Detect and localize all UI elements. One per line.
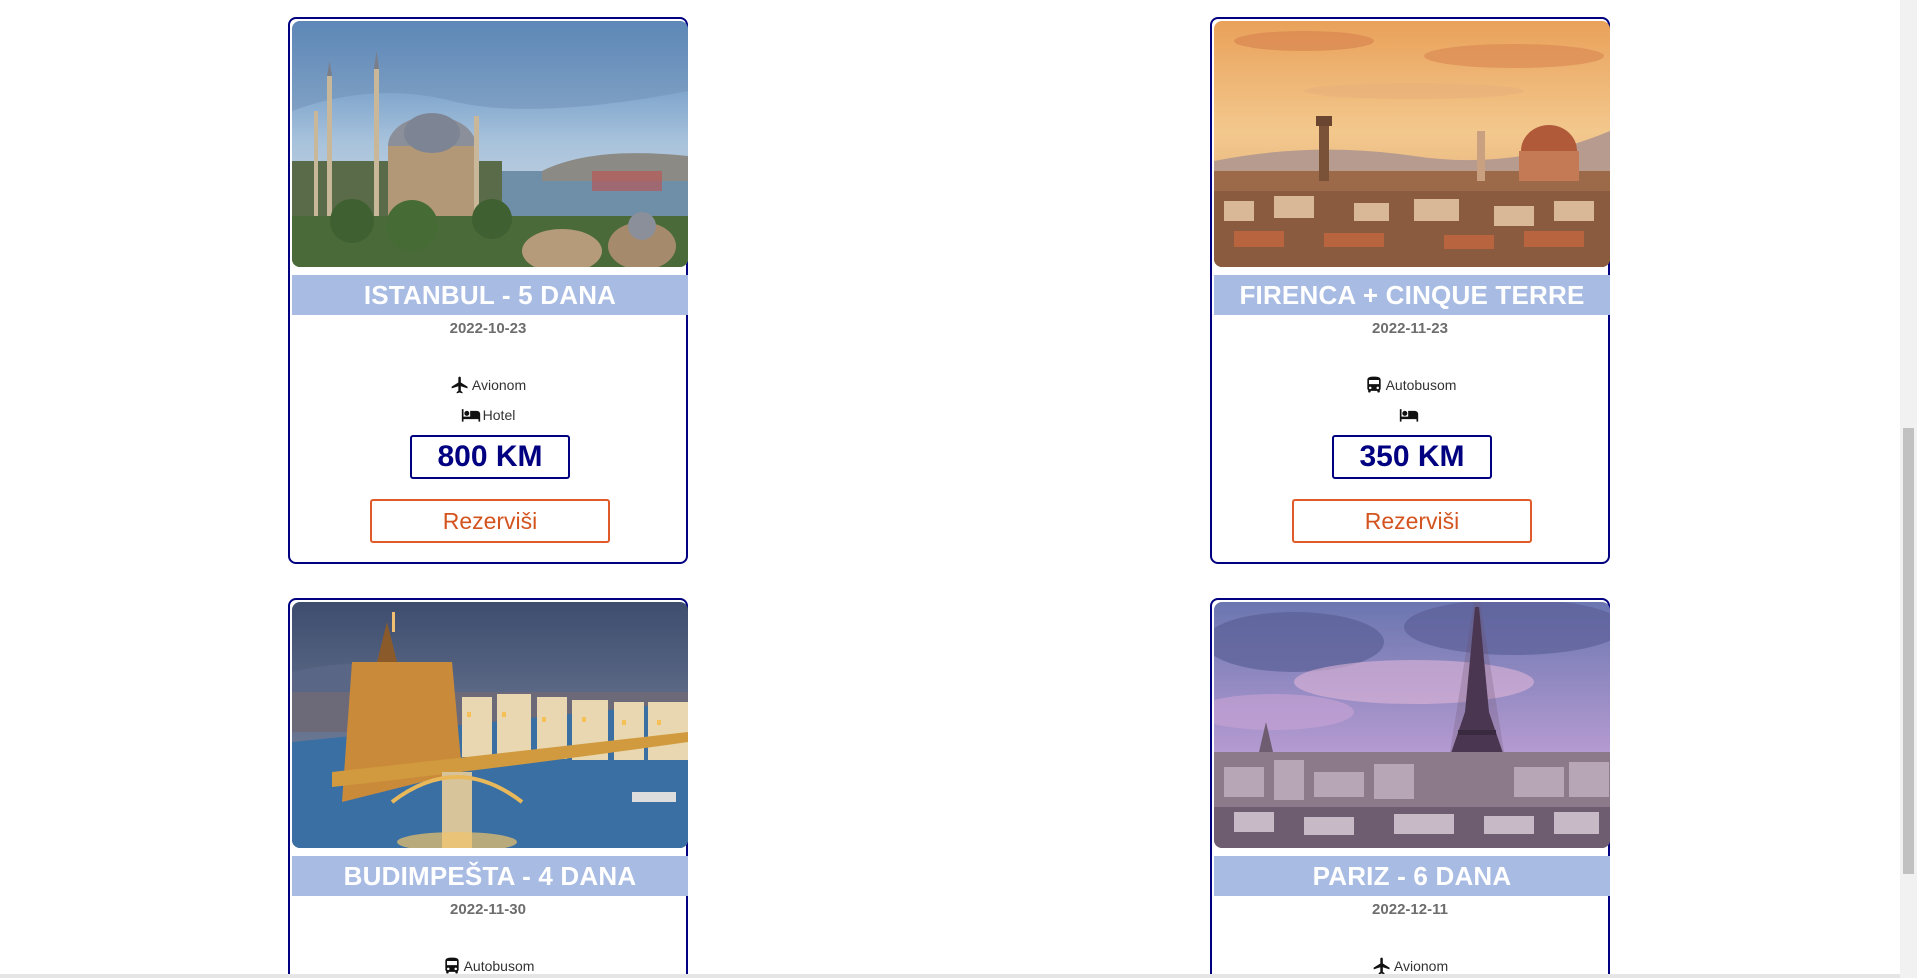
tour-title: BUDIMPEŠTA - 4 DANA <box>292 856 688 896</box>
bus-icon <box>442 956 462 976</box>
scrollbar-thumb[interactable] <box>1903 428 1914 874</box>
tour-date: 2022-11-30 <box>450 901 526 918</box>
tour-transport: Autobusom <box>1212 372 1608 398</box>
transport-label: Autobusom <box>1385 377 1457 393</box>
bus-icon <box>1364 375 1384 395</box>
tour-date: 2022-11-23 <box>1372 320 1448 337</box>
reserve-button[interactable]: Rezerviši <box>370 499 610 543</box>
tour-card-firenca: FIRENCA + CINQUE TERRE 2022-11-23 Autobu… <box>1210 17 1610 564</box>
transport-label: Autobusom <box>463 958 535 974</box>
tour-card-pariz: PARIZ - 6 DANA 2022-12-11 Avionom <box>1210 598 1610 978</box>
tour-title: PARIZ - 6 DANA <box>1214 856 1610 896</box>
tour-title: ISTANBUL - 5 DANA <box>292 275 688 315</box>
tour-date: 2022-10-23 <box>449 320 527 337</box>
bed-icon <box>461 405 481 425</box>
tour-image-istanbul <box>292 21 688 267</box>
viewport-bottom-edge <box>0 974 1900 978</box>
tour-transport: Avionom <box>290 372 686 398</box>
lodging-label: Hotel <box>482 407 516 423</box>
transport-label: Avionom <box>1393 958 1449 974</box>
tour-title: FIRENCA + CINQUE TERRE <box>1214 275 1610 315</box>
transport-label: Avionom <box>471 377 527 393</box>
bed-icon <box>1399 405 1419 425</box>
tour-image-firenca <box>1214 21 1610 267</box>
tour-date: 2022-12-11 <box>1372 901 1448 918</box>
tour-list-page: ISTANBUL - 5 DANA 2022-10-23 Avionom Hot… <box>0 0 1900 978</box>
tour-price: 800 KM <box>410 435 570 479</box>
airplane-icon <box>1372 956 1392 976</box>
tour-card-istanbul: ISTANBUL - 5 DANA 2022-10-23 Avionom Hot… <box>288 17 688 564</box>
tour-image-budimpesta <box>292 602 688 848</box>
tour-image-pariz <box>1214 602 1610 848</box>
reserve-button[interactable]: Rezerviši <box>1292 499 1532 543</box>
vertical-scrollbar[interactable] <box>1900 0 1917 978</box>
tour-price: 350 KM <box>1332 435 1492 479</box>
tour-lodging <box>1212 402 1608 428</box>
airplane-icon <box>450 375 470 395</box>
tour-card-budimpesta: BUDIMPEŠTA - 4 DANA 2022-11-30 Autobusom <box>288 598 688 978</box>
tour-lodging: Hotel <box>290 402 686 428</box>
